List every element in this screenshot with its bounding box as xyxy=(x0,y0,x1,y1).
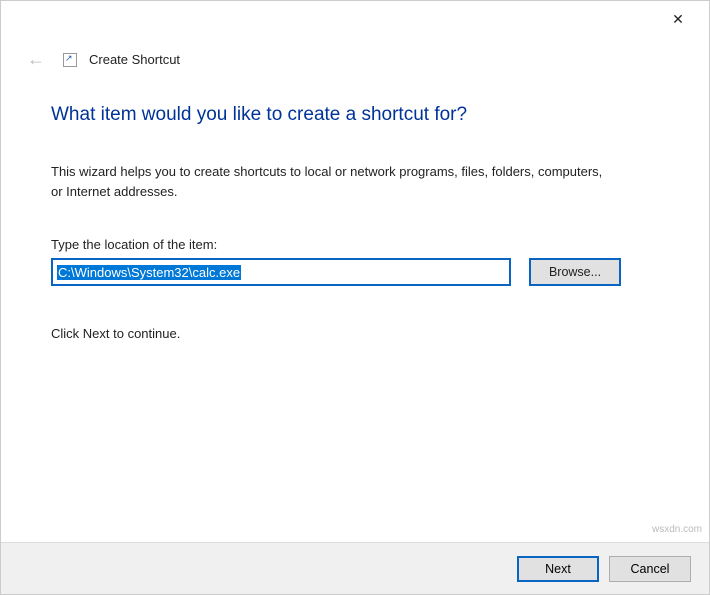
next-button[interactable]: Next xyxy=(517,556,599,582)
shortcut-icon xyxy=(63,53,77,67)
page-heading: What item would you like to create a sho… xyxy=(51,104,659,126)
location-label: Type the location of the item: xyxy=(51,237,659,252)
location-input[interactable]: C:\Windows\System32\calc.exe xyxy=(51,258,511,286)
footer: Next Cancel xyxy=(1,542,709,594)
watermark: wsxdn.com xyxy=(652,524,702,535)
wizard-title: Create Shortcut xyxy=(89,52,180,67)
cancel-button[interactable]: Cancel xyxy=(609,556,691,582)
titlebar: ✕ xyxy=(1,1,709,37)
back-arrow-icon: ← xyxy=(21,45,51,74)
content-area: What item would you like to create a sho… xyxy=(1,74,709,542)
intro-text: This wizard helps you to create shortcut… xyxy=(51,162,611,201)
browse-button[interactable]: Browse... xyxy=(529,258,621,286)
continue-hint: Click Next to continue. xyxy=(51,326,659,341)
location-value-selected: C:\Windows\System32\calc.exe xyxy=(57,265,241,280)
close-icon[interactable]: ✕ xyxy=(663,4,693,34)
wizard-header: ← Create Shortcut xyxy=(1,37,709,74)
